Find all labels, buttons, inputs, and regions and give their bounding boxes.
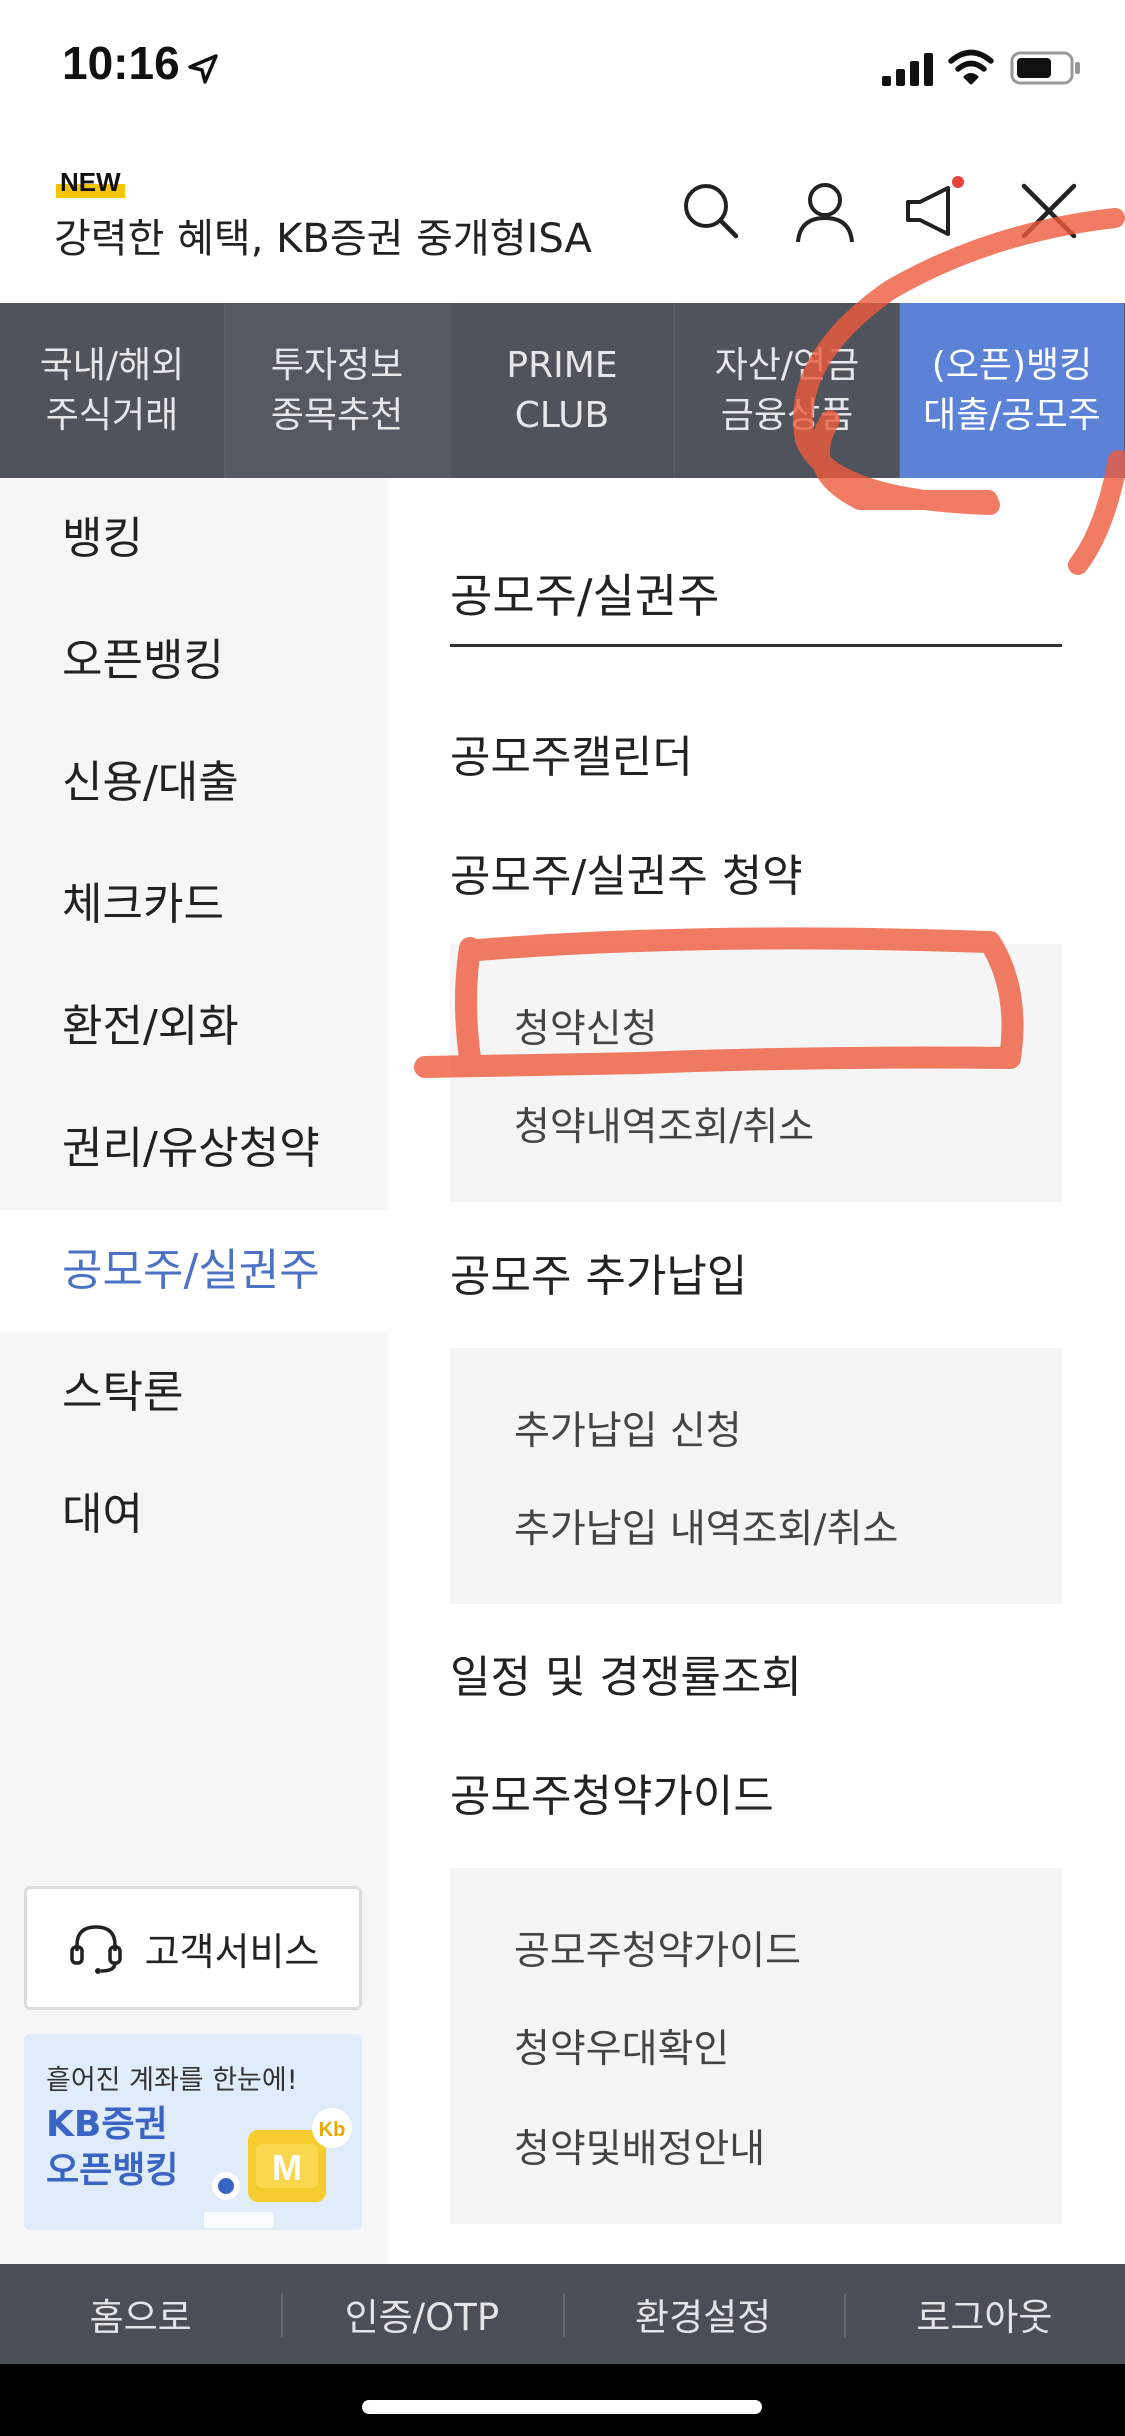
- top-nav-item-banking-ipo[interactable]: (오픈)뱅킹 대출/공모주: [900, 303, 1125, 478]
- sidebar-item-stock-loan[interactable]: 스탁론: [0, 1332, 388, 1454]
- user-icon[interactable]: [790, 176, 860, 246]
- signal-icon: [882, 53, 933, 86]
- additional-payment-submenu: 추가납입 신청 추가납입 내역조회/취소: [450, 1348, 1062, 1604]
- speaker-icon[interactable]: [902, 176, 972, 246]
- subscription-submenu: 청약신청 청약내역조회/취소: [450, 944, 1062, 1202]
- promo-illustration-icon: M Kb: [204, 2108, 352, 2228]
- notification-dot: [952, 176, 964, 188]
- new-badge: NEW: [56, 167, 125, 198]
- sidebar-item-lending[interactable]: 대여: [0, 1454, 388, 1576]
- menu-ipo-guide[interactable]: 공모주청약가이드: [450, 1760, 774, 1824]
- sidebar-item-open-banking[interactable]: 오픈뱅킹: [0, 600, 388, 722]
- top-nav: 국내/해외 주식거래 투자정보 종목추천 PRIME CLUB 자산/연금 금융…: [0, 303, 1125, 478]
- promo-badge-letter: M: [272, 2147, 302, 2188]
- promo-title-line1: KB증권: [46, 2104, 168, 2145]
- top-nav-item-stock-trading[interactable]: 국내/해외 주식거래: [0, 303, 225, 478]
- menu-ipo-subscription[interactable]: 공모주/실권주 청약: [450, 840, 803, 904]
- location-arrow-icon: [188, 54, 218, 84]
- sidebar-item-rights-offering[interactable]: 권리/유상청약: [0, 1088, 388, 1210]
- bottom-settings-link[interactable]: 환경설정: [562, 2287, 844, 2341]
- panel-title: 공모주/실권주: [450, 569, 720, 623]
- menu-schedule-competition[interactable]: 일정 및 경쟁률조회: [450, 1641, 802, 1705]
- headset-icon: [69, 1925, 122, 1974]
- bottom-logout-link[interactable]: 로그아웃: [843, 2287, 1125, 2341]
- sidebar: 뱅킹 오픈뱅킹 신용/대출 체크카드 환전/외화 권리/유상청약 공모주/실권주…: [0, 478, 388, 2264]
- sidebar-item-banking[interactable]: 뱅킹: [0, 478, 388, 600]
- status-time: 10:16: [62, 37, 180, 89]
- menu-ipo-calendar[interactable]: 공모주캘린더: [450, 721, 693, 785]
- wifi-icon: [948, 49, 994, 85]
- header: NEW 강력한 혜택, KB증권 중개형ISA: [0, 140, 1125, 303]
- sidebar-item-ipo[interactable]: 공모주/실권주: [0, 1210, 388, 1332]
- top-nav-item-assets-pension[interactable]: 자산/연금 금융상품: [675, 303, 900, 478]
- bottom-bar: 홈으로 인증/OTP 환경설정 로그아웃: [0, 2264, 1125, 2364]
- top-nav-item-prime-club[interactable]: PRIME CLUB: [450, 303, 675, 478]
- submenu-preference-check[interactable]: 청약우대확인: [514, 2018, 729, 2074]
- submenu-additional-payment-apply[interactable]: 추가납입 신청: [514, 1400, 742, 1456]
- guide-submenu: 공모주청약가이드 청약우대확인 청약및배정안내: [450, 1868, 1062, 2224]
- promo-headline-link[interactable]: 강력한 혜택, KB증권 중개형ISA: [54, 206, 592, 264]
- sidebar-item-credit-loan[interactable]: 신용/대출: [0, 722, 388, 844]
- submenu-additional-payment-history[interactable]: 추가납입 내역조회/취소: [514, 1498, 898, 1554]
- bottom-auth-otp-link[interactable]: 인증/OTP: [281, 2287, 562, 2341]
- promo-logo-text: Kb: [319, 2119, 346, 2141]
- top-nav-item-investment-info[interactable]: 투자정보 종목추천: [225, 303, 450, 478]
- submenu-ipo-guide[interactable]: 공모주청약가이드: [514, 1920, 801, 1976]
- home-indicator[interactable]: [362, 2400, 762, 2414]
- title-divider: [450, 644, 1062, 647]
- bottom-home-link[interactable]: 홈으로: [0, 2287, 281, 2341]
- close-icon[interactable]: [1014, 176, 1084, 246]
- menu-additional-payment[interactable]: 공모주 추가납입: [450, 1240, 747, 1304]
- submenu-subscription-history[interactable]: 청약내역조회/취소: [514, 1096, 814, 1152]
- submenu-allocation-guide[interactable]: 청약및배정안내: [514, 2118, 765, 2174]
- sidebar-item-exchange[interactable]: 환전/외화: [0, 966, 388, 1088]
- search-icon[interactable]: [676, 176, 746, 246]
- submenu-apply-subscription[interactable]: 청약신청: [514, 998, 658, 1054]
- battery-icon: [1010, 51, 1080, 85]
- home-indicator-area: [0, 2364, 1125, 2436]
- promo-subtitle: 흩어진 계좌를 한눈에!: [46, 2065, 298, 2096]
- customer-service-label: 고객서비스: [144, 1929, 320, 1974]
- status-bar: 10:16: [0, 0, 1125, 140]
- open-banking-promo-banner[interactable]: 흩어진 계좌를 한눈에! KB증권 오픈뱅킹 M Kb: [24, 2034, 362, 2230]
- customer-service-button[interactable]: 고객서비스: [24, 1886, 362, 2010]
- sidebar-item-check-card[interactable]: 체크카드: [0, 844, 388, 966]
- promo-title-line2: 오픈뱅킹: [46, 2150, 179, 2191]
